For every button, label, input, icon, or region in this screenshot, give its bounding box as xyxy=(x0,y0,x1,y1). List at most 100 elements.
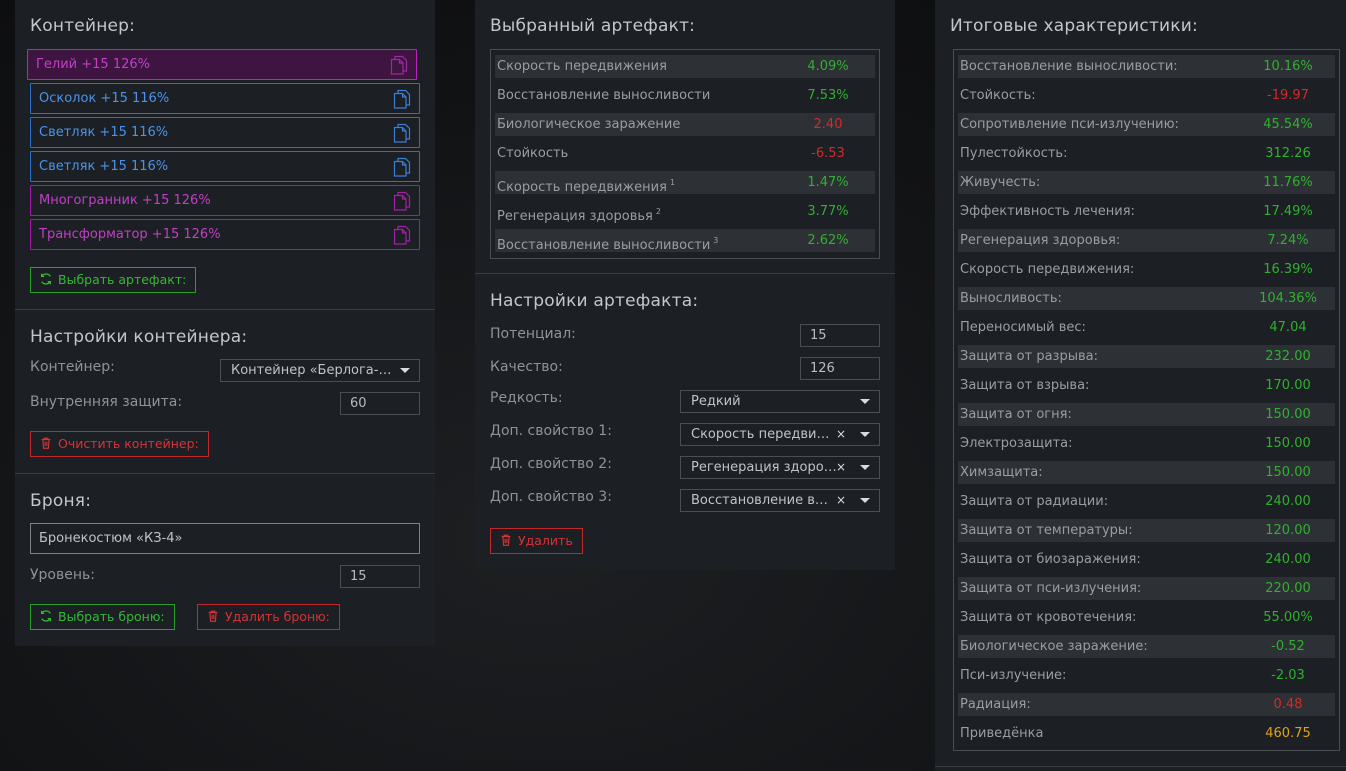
stat-value: 0.48 xyxy=(1273,697,1303,712)
stat-row: Пулестойкость: 312.26 xyxy=(958,142,1335,165)
stat-row: Восстановление выносливости 7.53% xyxy=(495,84,875,107)
stat-row: Защита от разрыва: 232.00 xyxy=(958,345,1335,368)
artifact-item-label: Трансформатор +15 126% xyxy=(39,227,221,242)
stat-row: Защита от огня: 150.00 xyxy=(958,403,1335,426)
quality-input[interactable]: 126 xyxy=(800,357,880,380)
stat-row: Защита от кровотечения: 55.00% xyxy=(958,606,1335,629)
clear-icon[interactable]: × xyxy=(836,457,846,478)
clear-container-button[interactable]: Очистить контейнер: xyxy=(30,431,209,457)
artifact-item[interactable]: Трансформатор +15 126% xyxy=(30,219,420,250)
stat-row: Химзащита: 150.00 xyxy=(958,461,1335,484)
artifact-item[interactable]: Гелий +15 126% xyxy=(27,49,417,80)
stat-name: Электрозащита: xyxy=(960,436,1073,451)
stat-name: Эффективность лечения: xyxy=(960,204,1135,219)
artifact-item[interactable]: Осколок +15 116% xyxy=(30,83,420,114)
copy-icon[interactable] xyxy=(393,123,411,143)
stat-value: 312.26 xyxy=(1265,146,1311,161)
clear-icon[interactable]: × xyxy=(836,424,846,445)
stat-value: 55.00% xyxy=(1263,610,1313,625)
stat-value: 150.00 xyxy=(1265,436,1311,451)
stat-row: Эффективность лечения: 17.49% xyxy=(958,200,1335,223)
potential-input[interactable]: 15 xyxy=(800,324,880,347)
delete-artifact-button[interactable]: Удалить xyxy=(490,528,583,554)
chevron-down-icon xyxy=(860,498,870,503)
container-select-value: Контейнер «Берлога-6у» xyxy=(231,363,393,378)
stat-row: Регенерация здоровья 2 3.77% xyxy=(495,200,875,224)
stat-name: Защита от кровотечения: xyxy=(960,610,1137,625)
stat-row: Переносимый вес: 47.04 xyxy=(958,316,1335,339)
rarity-select[interactable]: Редкий xyxy=(680,390,880,413)
armor-field[interactable]: Бронекостюм «КЗ-4» xyxy=(30,523,420,554)
copy-icon[interactable] xyxy=(393,89,411,109)
stat-name: Скорость передвижения: xyxy=(960,262,1135,277)
stat-row: Биологическое заражение: -0.52 xyxy=(958,635,1335,658)
chevron-down-icon xyxy=(860,465,870,470)
totals-title: Итоговые характеристики: xyxy=(950,16,1198,36)
stat-name: Регенерация здоровья: xyxy=(960,233,1121,248)
container-label: Контейнер: xyxy=(30,359,115,375)
stat-value: 460.75 xyxy=(1265,726,1311,741)
artifact-item-label: Светляк +15 116% xyxy=(39,159,169,174)
stat-value: -6.53 xyxy=(811,146,845,161)
stat-name: Радиация: xyxy=(960,697,1031,712)
stat-row: Защита от взрыва: 170.00 xyxy=(958,374,1335,397)
stat-name: Приведёнка xyxy=(960,726,1044,741)
stat-row: Электрозащита: 150.00 xyxy=(958,432,1335,455)
stat-value: 240.00 xyxy=(1265,552,1311,567)
refresh-icon xyxy=(40,273,52,285)
stat-row: Регенерация здоровья: 7.24% xyxy=(958,229,1335,252)
trash-icon xyxy=(501,534,511,546)
stat-name: Регенерация здоровья 2 xyxy=(497,207,661,224)
refresh-icon xyxy=(40,610,52,622)
stat-row: Выносливость: 104.36% xyxy=(958,287,1335,310)
artifact-item[interactable]: Светляк +15 116% xyxy=(30,117,420,148)
armor-level-input[interactable]: 15 xyxy=(340,565,420,588)
copy-icon[interactable] xyxy=(393,157,411,177)
clear-container-label: Очистить контейнер: xyxy=(58,436,199,451)
container-settings-title: Настройки контейнера: xyxy=(30,327,248,347)
stat-name: Живучесть: xyxy=(960,175,1041,190)
stat-value: 16.39% xyxy=(1263,262,1313,277)
quality-label: Качество: xyxy=(490,359,563,375)
stat-name: Защита от огня: xyxy=(960,407,1072,422)
stat-name: Пси-излучение: xyxy=(960,668,1067,683)
select-artifact-button[interactable]: Выбрать артефакт: xyxy=(30,267,197,293)
extra1-select[interactable]: Скорость передвижения × xyxy=(680,423,880,446)
stat-value: 7.24% xyxy=(1267,233,1309,248)
extra1-label: Доп. свойство 1: xyxy=(490,423,612,439)
artifact-settings-title: Настройки артефакта: xyxy=(490,291,699,311)
artifact-item[interactable]: Светляк +15 116% xyxy=(30,151,420,182)
stat-row: Скорость передвижения: 16.39% xyxy=(958,258,1335,281)
copy-icon[interactable] xyxy=(393,191,411,211)
armor-level-label: Уровень: xyxy=(30,567,95,583)
container-select[interactable]: Контейнер «Берлога-6у» xyxy=(220,359,420,382)
stat-value: 7.53% xyxy=(807,88,849,103)
artifact-item[interactable]: Многогранник +15 126% xyxy=(30,185,420,216)
stat-name: Восстановление выносливости: xyxy=(960,59,1178,74)
extra3-select[interactable]: Восстановление выносливости × xyxy=(680,489,880,512)
stat-row: Защита от температуры: 120.00 xyxy=(958,519,1335,542)
delete-armor-button[interactable]: Удалить броню: xyxy=(197,604,340,630)
stat-name: Биологическое заражение: xyxy=(960,639,1148,654)
inner-protection-input[interactable]: 60 xyxy=(340,392,420,415)
stat-row: Пси-излучение: -2.03 xyxy=(958,664,1335,687)
stat-value: 1.47% xyxy=(807,175,849,190)
right-panel: Итоговые характеристики: Восстановление … xyxy=(935,0,1346,771)
select-armor-label: Выбрать броню: xyxy=(58,609,165,624)
clear-icon[interactable]: × xyxy=(836,490,846,511)
stat-value: 2.62% xyxy=(807,233,849,248)
stat-row: Радиация: 0.48 xyxy=(958,693,1335,716)
stat-row: Восстановление выносливости 3 2.62% xyxy=(495,229,875,253)
stat-value: 120.00 xyxy=(1265,523,1311,538)
copy-icon[interactable] xyxy=(393,225,411,245)
copy-icon[interactable] xyxy=(390,55,408,75)
stat-name: Защита от биозаражения: xyxy=(960,552,1141,567)
select-armor-button[interactable]: Выбрать броню: xyxy=(30,604,175,630)
armor-title: Броня: xyxy=(30,491,92,511)
extra2-select[interactable]: Регенерация здоровья × xyxy=(680,456,880,479)
extra3-label: Доп. свойство 3: xyxy=(490,489,612,505)
artifact-item-label: Осколок +15 116% xyxy=(39,91,170,106)
chevron-down-icon xyxy=(860,432,870,437)
stat-value: -2.03 xyxy=(1271,668,1305,683)
stat-row: Защита от биозаражения: 240.00 xyxy=(958,548,1335,571)
